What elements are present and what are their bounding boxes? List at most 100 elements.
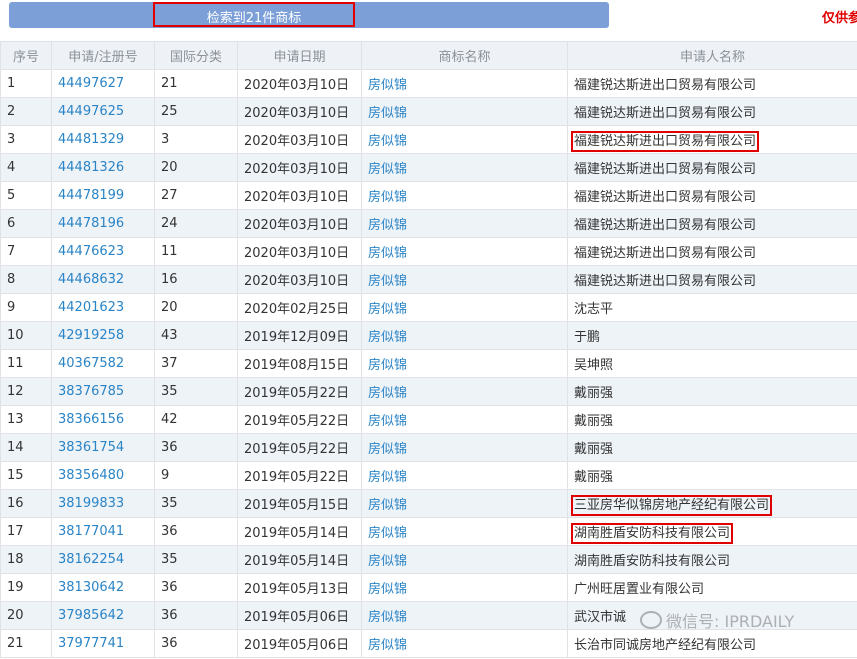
header-date[interactable]: 申请日期 (237, 41, 362, 70)
row-index: 19 (0, 573, 52, 602)
table-row[interactable]: 7 44476623 11 2020年03月10日 房似锦 福建锐达斯进出口贸易有限公司 (0, 237, 857, 266)
reg-number-link[interactable]: 44476623 (51, 237, 155, 266)
header-reg-number[interactable]: 申请/注册号 (51, 41, 155, 70)
reg-number-link[interactable]: 38361754 (51, 433, 155, 462)
applicant-cell: 于鹏 (567, 321, 857, 350)
class-cell: 24 (154, 209, 238, 238)
row-index: 4 (0, 153, 52, 182)
table-row[interactable]: 18 38162254 35 2019年05月14日 房似锦 湖南胜盾安防科技有限公司 (0, 545, 857, 574)
mark-name-link[interactable]: 房似锦 (361, 377, 568, 406)
applicant-cell: 福建锐达斯进出口贸易有限公司 (567, 209, 857, 238)
reg-number-link[interactable]: 38162254 (51, 545, 155, 574)
class-cell: 36 (154, 517, 238, 546)
table-row[interactable]: 1 44497627 21 2020年03月10日 房似锦 福建锐达斯进出口贸易有限公司 (0, 69, 857, 98)
table-row[interactable]: 11 40367582 37 2019年08月15日 房似锦 吴坤照 (0, 349, 857, 378)
table-row[interactable]: 12 38376785 35 2019年05月22日 房似锦 戴丽强 (0, 377, 857, 406)
reg-number-link[interactable]: 44497627 (51, 69, 155, 98)
reg-number-link[interactable]: 44478199 (51, 181, 155, 210)
table-row[interactable]: 8 44468632 16 2020年03月10日 房似锦 福建锐达斯进出口贸易有限公司 (0, 265, 857, 294)
search-result-button[interactable]: 检索到21件商标 (9, 1, 609, 28)
mark-name-link[interactable]: 房似锦 (361, 629, 568, 658)
row-index: 21 (0, 629, 52, 658)
reg-number-link[interactable]: 42919258 (51, 321, 155, 350)
mark-name-link[interactable]: 房似锦 (361, 293, 568, 322)
date-cell: 2019年05月13日 (237, 573, 362, 602)
mark-name-link[interactable]: 房似锦 (361, 489, 568, 518)
date-cell: 2020年03月10日 (237, 125, 362, 154)
reg-number-link[interactable]: 44497625 (51, 97, 155, 126)
reg-number-link[interactable]: 44201623 (51, 293, 155, 322)
mark-name-link[interactable]: 房似锦 (361, 349, 568, 378)
date-cell: 2020年03月10日 (237, 209, 362, 238)
table-row[interactable]: 16 38199833 35 2019年05月15日 房似锦 三亚房华似锦房地产经纪有限公… (0, 489, 857, 518)
mark-name-link[interactable]: 房似锦 (361, 517, 568, 546)
table-row[interactable]: 6 44478196 24 2020年03月10日 房似锦 福建锐达斯进出口贸易有限公司 (0, 209, 857, 238)
row-index: 14 (0, 433, 52, 462)
date-cell: 2019年08月15日 (237, 349, 362, 378)
mark-name-link[interactable]: 房似锦 (361, 153, 568, 182)
table-row[interactable]: 17 38177041 36 2019年05月14日 房似锦 湖南胜盾安防科技有限公司 (0, 517, 857, 546)
row-index: 12 (0, 377, 52, 406)
class-cell: 11 (154, 237, 238, 266)
table-row[interactable]: 14 38361754 36 2019年05月22日 房似锦 戴丽强 (0, 433, 857, 462)
applicant-cell: 福建锐达斯进出口贸易有限公司 (567, 125, 857, 154)
class-cell: 25 (154, 97, 238, 126)
reg-number-link[interactable]: 38177041 (51, 517, 155, 546)
header-class[interactable]: 国际分类 (154, 41, 238, 70)
date-cell: 2020年03月10日 (237, 97, 362, 126)
table-row[interactable]: 9 44201623 20 2020年02月25日 房似锦 沈志平 (0, 293, 857, 322)
trademark-table: 序号 申请/注册号 国际分类 申请日期 商标名称 申请人名称 1 44497627… (0, 41, 857, 658)
reg-number-link[interactable]: 38376785 (51, 377, 155, 406)
class-cell: 21 (154, 69, 238, 98)
applicant-cell: 戴丽强 (567, 377, 857, 406)
header-index[interactable]: 序号 (0, 41, 52, 70)
reg-number-link[interactable]: 38199833 (51, 489, 155, 518)
mark-name-link[interactable]: 房似锦 (361, 237, 568, 266)
header-mark-name[interactable]: 商标名称 (361, 41, 568, 70)
reg-number-link[interactable]: 38356480 (51, 461, 155, 490)
reg-number-link[interactable]: 44468632 (51, 265, 155, 294)
reg-number-link[interactable]: 38366156 (51, 405, 155, 434)
table-row[interactable]: 13 38366156 42 2019年05月22日 房似锦 戴丽强 (0, 405, 857, 434)
reg-number-link[interactable]: 44481329 (51, 125, 155, 154)
mark-name-link[interactable]: 房似锦 (361, 181, 568, 210)
table-row[interactable]: 10 42919258 43 2019年12月09日 房似锦 于鹏 (0, 321, 857, 350)
mark-name-link[interactable]: 房似锦 (361, 601, 568, 630)
table-row[interactable]: 3 44481329 3 2020年03月10日 房似锦 福建锐达斯进出口贸易有限公司 (0, 125, 857, 154)
class-cell: 3 (154, 125, 238, 154)
row-index: 8 (0, 265, 52, 294)
table-row[interactable]: 5 44478199 27 2020年03月10日 房似锦 福建锐达斯进出口贸易有限公司 (0, 181, 857, 210)
mark-name-link[interactable]: 房似锦 (361, 265, 568, 294)
mark-name-link[interactable]: 房似锦 (361, 405, 568, 434)
mark-name-link[interactable]: 房似锦 (361, 69, 568, 98)
header-applicant[interactable]: 申请人名称 (567, 41, 857, 70)
reg-number-link[interactable]: 44481326 (51, 153, 155, 182)
mark-name-link[interactable]: 房似锦 (361, 321, 568, 350)
applicant-cell: 湖南胜盾安防科技有限公司 (567, 545, 857, 574)
applicant-cell: 福建锐达斯进出口贸易有限公司 (567, 265, 857, 294)
reg-number-link[interactable]: 37985642 (51, 601, 155, 630)
mark-name-link[interactable]: 房似锦 (361, 461, 568, 490)
applicant-cell: 福建锐达斯进出口贸易有限公司 (567, 237, 857, 266)
reg-number-link[interactable]: 37977741 (51, 629, 155, 658)
table-row[interactable]: 4 44481326 20 2020年03月10日 房似锦 福建锐达斯进出口贸易有限公司 (0, 153, 857, 182)
mark-name-link[interactable]: 房似锦 (361, 97, 568, 126)
applicant-cell: 沈志平 (567, 293, 857, 322)
mark-name-link[interactable]: 房似锦 (361, 209, 568, 238)
mark-name-link[interactable]: 房似锦 (361, 125, 568, 154)
table-row[interactable]: 15 38356480 9 2019年05月22日 房似锦 戴丽强 (0, 461, 857, 490)
row-index: 6 (0, 209, 52, 238)
mark-name-link[interactable]: 房似锦 (361, 573, 568, 602)
reg-number-link[interactable]: 38130642 (51, 573, 155, 602)
highlighted-applicant: 湖南胜盾安防科技有限公司 (570, 523, 734, 544)
mark-name-link[interactable]: 房似锦 (361, 433, 568, 462)
applicant-cell: 长治市同诚房地产经纪有限公司 (567, 629, 857, 658)
reg-number-link[interactable]: 40367582 (51, 349, 155, 378)
table-row[interactable]: 19 38130642 36 2019年05月13日 房似锦 广州旺居置业有限公司 (0, 573, 857, 602)
reg-number-link[interactable]: 44478196 (51, 209, 155, 238)
class-cell: 35 (154, 545, 238, 574)
table-row[interactable]: 21 37977741 36 2019年05月06日 房似锦 长治市同诚房地产经纪有限公司 (0, 629, 857, 658)
mark-name-link[interactable]: 房似锦 (361, 545, 568, 574)
date-cell: 2019年12月09日 (237, 321, 362, 350)
table-row[interactable]: 2 44497625 25 2020年03月10日 房似锦 福建锐达斯进出口贸易有限公司 (0, 97, 857, 126)
